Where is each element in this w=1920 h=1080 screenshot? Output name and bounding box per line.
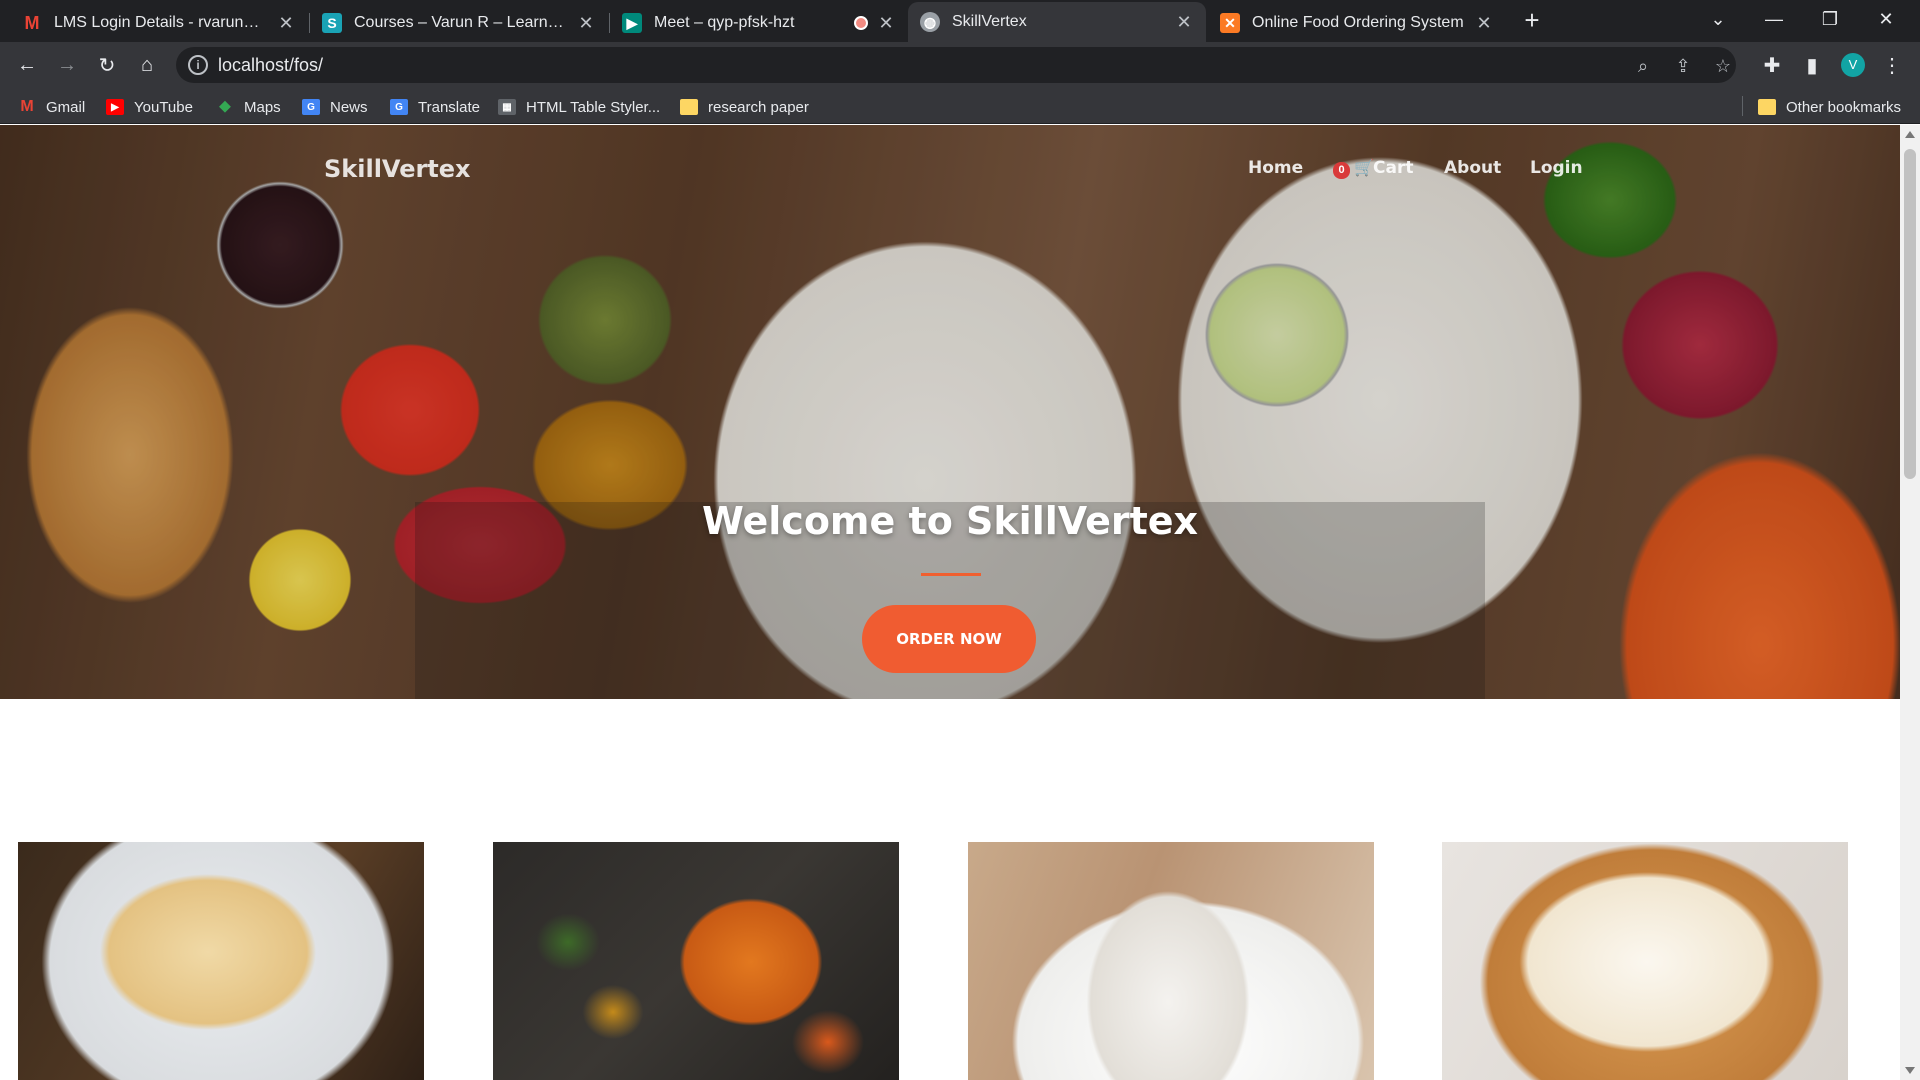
bookmark-translate[interactable]: G Translate: [390, 96, 480, 118]
cart-count-badge: 0: [1333, 162, 1350, 179]
bookmark-news[interactable]: G News: [302, 96, 368, 118]
skill-icon: S: [322, 13, 342, 33]
bookmark-label: research paper: [708, 98, 809, 116]
close-icon[interactable]: ✕: [1474, 13, 1494, 34]
gmail-icon: M: [24, 12, 40, 33]
zoom-icon[interactable]: ⌕: [1632, 55, 1654, 77]
bookmark-label: HTML Table Styler...: [526, 98, 661, 116]
tab-title: Meet – qyp-pfsk-hzt: [654, 14, 795, 31]
tab-lms-login[interactable]: M LMS Login Details - rvarun1730@ ✕: [10, 4, 308, 42]
food-card-naan[interactable]: [18, 842, 424, 1080]
tab-skillvertex[interactable]: ◍ SkillVertex ✕: [908, 2, 1206, 42]
reload-icon[interactable]: ↻: [93, 51, 121, 79]
side-panel-icon[interactable]: ▮: [1798, 51, 1826, 79]
site-brand[interactable]: SkillVertex: [324, 155, 471, 183]
tab-title: SkillVertex: [952, 13, 1027, 30]
close-icon[interactable]: ✕: [576, 13, 596, 34]
extensions-icon[interactable]: ✚: [1758, 51, 1786, 79]
profile-initial: V: [1841, 53, 1865, 77]
url-text[interactable]: localhost/fos/: [218, 55, 323, 76]
bookmark-gmail[interactable]: M Gmail: [18, 96, 85, 118]
share-icon[interactable]: ⇪: [1672, 55, 1694, 77]
bookmark-label: Other bookmarks: [1786, 98, 1902, 116]
close-icon[interactable]: ✕: [1174, 12, 1194, 33]
headline-underline: [921, 573, 981, 576]
scroll-down-icon[interactable]: [1905, 1067, 1915, 1074]
site-info-icon[interactable]: i: [188, 55, 208, 75]
translate-icon: G: [390, 99, 408, 115]
gmail-icon: M: [20, 98, 34, 115]
cart-icon[interactable]: 🛒: [1354, 158, 1374, 178]
globe-icon: ◍: [920, 12, 940, 32]
tab-food-ordering[interactable]: ✕ Online Food Ordering System ✕: [1208, 4, 1506, 42]
bookmark-research-paper[interactable]: research paper: [680, 96, 809, 118]
bookmark-youtube[interactable]: ▶ YouTube: [106, 96, 193, 118]
minimize-icon[interactable]: —: [1746, 0, 1802, 38]
bookmark-label: Gmail: [46, 98, 86, 116]
close-icon[interactable]: ✕: [276, 13, 296, 34]
back-icon[interactable]: ←: [13, 51, 41, 79]
home-icon[interactable]: ⌂: [133, 51, 161, 79]
tab-strip: M LMS Login Details - rvarun1730@ ✕ S Co…: [0, 0, 1920, 42]
hero-banner: SkillVertex Home 0 🛒 Cart About Login We…: [0, 125, 1900, 699]
bookmarks-bar: M Gmail ▶ YouTube ⬥ Maps G News G Translate ▦…: [0, 88, 1920, 124]
bookmark-label: News: [330, 98, 368, 116]
order-now-button[interactable]: ORDER NOW: [862, 605, 1036, 673]
nav-home[interactable]: Home: [1248, 158, 1303, 178]
xampp-icon: ✕: [1220, 13, 1240, 33]
browser-toolbar: ← → ↻ ⌂ i localhost/fos/ ⌕ ⇪ ☆ ✚ ▮ V ⋮: [0, 42, 1920, 88]
tab-search-icon[interactable]: ⌄: [1690, 0, 1746, 38]
tab-title: Online Food Ordering System: [1252, 14, 1464, 31]
maps-icon: ⬥: [219, 98, 231, 115]
recording-icon: [854, 16, 868, 30]
food-card-thali[interactable]: [493, 842, 899, 1080]
bookmark-label: YouTube: [134, 98, 193, 116]
other-bookmarks[interactable]: Other bookmarks: [1758, 96, 1901, 118]
forward-icon[interactable]: →: [53, 51, 81, 79]
profile-avatar[interactable]: V: [1839, 51, 1867, 79]
youtube-icon: ▶: [106, 99, 124, 115]
menu-icon[interactable]: ⋮: [1878, 51, 1906, 79]
grid-icon: ▦: [498, 99, 516, 115]
close-window-icon[interactable]: ✕: [1858, 0, 1914, 38]
hero-headline: Welcome to SkillVertex: [701, 499, 1199, 543]
tab-courses[interactable]: S Courses – Varun R – Learn @ Skil ✕: [310, 4, 608, 42]
page-scrollbar[interactable]: [1900, 125, 1920, 1080]
food-card-pie[interactable]: [1442, 842, 1848, 1080]
nav-login[interactable]: Login: [1530, 158, 1583, 178]
scroll-up-icon[interactable]: [1905, 131, 1915, 138]
bookmark-label: Maps: [244, 98, 281, 116]
news-icon: G: [302, 99, 320, 115]
nav-cart[interactable]: Cart: [1373, 158, 1413, 178]
folder-icon: [1758, 99, 1776, 115]
close-icon[interactable]: ✕: [876, 13, 896, 34]
tab-meet[interactable]: ▶ Meet – qyp-pfsk-hzt ✕: [610, 4, 908, 42]
bookmark-html-table-styler[interactable]: ▦ HTML Table Styler...: [498, 96, 660, 118]
tab-title: LMS Login Details - rvarun1730@: [54, 14, 268, 31]
restore-icon[interactable]: ❐: [1802, 0, 1858, 38]
bookmark-maps[interactable]: ⬥ Maps: [216, 96, 281, 118]
bookmark-label: Translate: [418, 98, 480, 116]
star-icon[interactable]: ☆: [1712, 55, 1734, 77]
address-bar[interactable]: i localhost/fos/ ⌕ ⇪ ☆: [176, 47, 1736, 83]
folder-icon: [680, 99, 698, 115]
scrollbar-thumb[interactable]: [1904, 149, 1916, 479]
tab-title: Courses – Varun R – Learn @ Skil: [354, 14, 568, 31]
meet-icon: ▶: [622, 13, 642, 33]
nav-about[interactable]: About: [1444, 158, 1501, 178]
new-tab-button[interactable]: +: [1518, 6, 1546, 34]
food-card-wrap[interactable]: [968, 842, 1374, 1080]
page-viewport: SkillVertex Home 0 🛒 Cart About Login We…: [0, 125, 1900, 1080]
